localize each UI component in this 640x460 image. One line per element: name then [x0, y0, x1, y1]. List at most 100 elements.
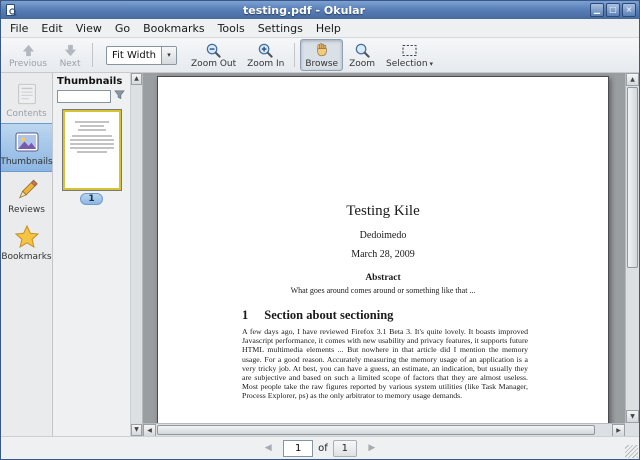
document-author: Dedoimedo [359, 230, 407, 241]
scroll-left-icon[interactable]: ◀ [143, 424, 156, 436]
section-heading: 1 Section about sectioning [242, 308, 516, 323]
navigation-sidebar: Contents Thumbnails Reviews Bookmarks [1, 73, 53, 436]
sidebar-label-bookmarks: Bookmarks [1, 252, 52, 262]
document-body-paragraph: A few days ago, I have reviewed Firefox … [242, 327, 528, 401]
pdf-page: Testing Kile Dedoimedo March 28, 2009 Ab… [157, 76, 609, 436]
previous-label: Previous [9, 58, 48, 69]
thumbnails-panel: Thumbnails 1 [53, 73, 131, 436]
browse-label: Browse [305, 58, 339, 69]
scroll-down-icon[interactable]: ▼ [626, 410, 639, 423]
window-title: testing.pdf - Okular [242, 3, 366, 17]
scroll-up-icon[interactable]: ▲ [131, 73, 142, 85]
document-title: Testing Kile [346, 203, 420, 219]
sidebar-item-contents[interactable]: Contents [1, 76, 52, 123]
zoom-level-value: Fit Width [112, 49, 157, 61]
scroll-right-icon[interactable]: ▶ [612, 424, 625, 436]
selection-label: Selection ▾ [386, 59, 433, 70]
arrow-up-icon [21, 42, 36, 59]
thumbnail-filter-row [53, 89, 130, 108]
next-label: Next [59, 58, 81, 69]
thumbnail-page-1[interactable]: 1 [61, 109, 122, 205]
thumbnails-icon [14, 129, 40, 155]
main-area: Contents Thumbnails Reviews Bookmarks Th… [1, 73, 639, 436]
thumbnail-list: 1 [53, 108, 130, 436]
vertical-scrollbar-track[interactable] [626, 86, 639, 410]
zoom-out-label: Zoom Out [191, 58, 237, 69]
menu-bookmarks[interactable]: Bookmarks [137, 20, 210, 37]
current-page-input[interactable] [283, 439, 314, 457]
close-button[interactable]: × [622, 3, 636, 17]
abstract-heading: Abstract [365, 273, 401, 283]
previous-page-toolbar-button[interactable]: Previous [4, 39, 52, 71]
chevron-down-icon[interactable]: ▾ [430, 60, 434, 68]
thumbnails-panel-title: Thumbnails [57, 76, 123, 87]
zoom-in-icon [257, 42, 274, 59]
maximize-button[interactable]: □ [606, 3, 620, 17]
horizontal-scrollbar-track[interactable] [156, 424, 612, 436]
filter-funnel-icon[interactable] [114, 89, 125, 103]
horizontal-scrollbar-thumb[interactable] [157, 425, 595, 435]
document-view[interactable]: Testing Kile Dedoimedo March 28, 2009 Ab… [143, 73, 639, 436]
menu-help[interactable]: Help [310, 20, 347, 37]
zoom-in-button[interactable]: Zoom In [242, 39, 289, 71]
contents-icon [14, 81, 40, 107]
zoom-in-label: Zoom In [247, 58, 285, 69]
horizontal-scrollbar[interactable]: ◀ ▶ [143, 423, 625, 436]
zoom-out-icon [205, 42, 222, 59]
abstract-text: What goes around comes around or somethi… [290, 286, 476, 295]
vertical-scrollbar-thumb[interactable] [627, 87, 638, 269]
total-pages-label: 1 [332, 439, 357, 457]
zoom-tool-label: Zoom [349, 58, 376, 69]
scroll-up-icon[interactable]: ▲ [626, 73, 639, 86]
menu-edit[interactable]: Edit [35, 20, 68, 37]
thumbnail-scrollbar-track[interactable] [131, 85, 142, 424]
okular-window: testing.pdf - Okular ▁ □ × File Edit Vie… [0, 0, 640, 460]
next-page-toolbar-button[interactable]: Next [53, 39, 87, 71]
hand-icon [314, 42, 330, 59]
scrollbar-corner [625, 423, 639, 436]
resize-grip[interactable] [625, 445, 638, 458]
section-title: Section about sectioning [264, 308, 394, 322]
chevron-down-icon[interactable]: ▾ [161, 46, 177, 64]
minimize-button[interactable]: ▁ [590, 3, 604, 17]
sidebar-label-contents: Contents [6, 109, 47, 119]
titlebar[interactable]: testing.pdf - Okular ▁ □ × [1, 1, 639, 19]
browse-tool-button[interactable]: Browse [300, 39, 344, 71]
previous-page-button[interactable]: ◀ [258, 440, 278, 456]
sidebar-item-thumbnails[interactable]: Thumbnails [0, 123, 53, 172]
thumbnail-page-number: 1 [80, 193, 103, 205]
toolbar-separator [294, 43, 296, 67]
statusbar: ◀ of 1 ▶ [1, 436, 639, 459]
sidebar-item-bookmarks[interactable]: Bookmarks [1, 219, 52, 266]
of-label: of [318, 442, 328, 454]
selection-tool-button[interactable]: Selection ▾ [381, 39, 438, 71]
thumbnail-scrollbar[interactable]: ▲ ▼ [131, 73, 143, 436]
document-date: March 28, 2009 [351, 249, 415, 260]
pencil-icon [14, 177, 40, 203]
selection-rectangle-icon [401, 42, 418, 59]
section-number: 1 [242, 308, 249, 322]
toolbar: Previous Next Fit Width ▾ Zoom Out Zoom … [1, 38, 639, 73]
next-page-button[interactable]: ▶ [362, 440, 382, 456]
menu-go[interactable]: Go [109, 20, 136, 37]
zoom-level-combobox[interactable]: Fit Width ▾ [106, 45, 178, 65]
sidebar-label-thumbnails: Thumbnails [0, 157, 53, 167]
selection-label-text: Selection [386, 58, 428, 69]
sidebar-label-reviews: Reviews [8, 205, 45, 215]
arrow-down-icon [63, 42, 78, 59]
zoom-tool-button[interactable]: Zoom [344, 39, 380, 71]
menu-view[interactable]: View [70, 20, 108, 37]
star-icon [14, 224, 40, 250]
vertical-scrollbar[interactable]: ▲ ▼ [625, 73, 639, 423]
thumbnail-page-image [61, 109, 122, 191]
okular-app-icon [4, 3, 18, 17]
thumbnail-filter-input[interactable] [57, 89, 111, 103]
menu-file[interactable]: File [4, 20, 34, 37]
menu-settings[interactable]: Settings [252, 20, 309, 37]
sidebar-item-reviews[interactable]: Reviews [1, 172, 52, 219]
zoom-out-button[interactable]: Zoom Out [186, 39, 241, 71]
menu-tools[interactable]: Tools [212, 20, 251, 37]
toolbar-separator [92, 43, 94, 67]
menubar: File Edit View Go Bookmarks Tools Settin… [1, 19, 639, 38]
scroll-down-icon[interactable]: ▼ [131, 424, 142, 436]
